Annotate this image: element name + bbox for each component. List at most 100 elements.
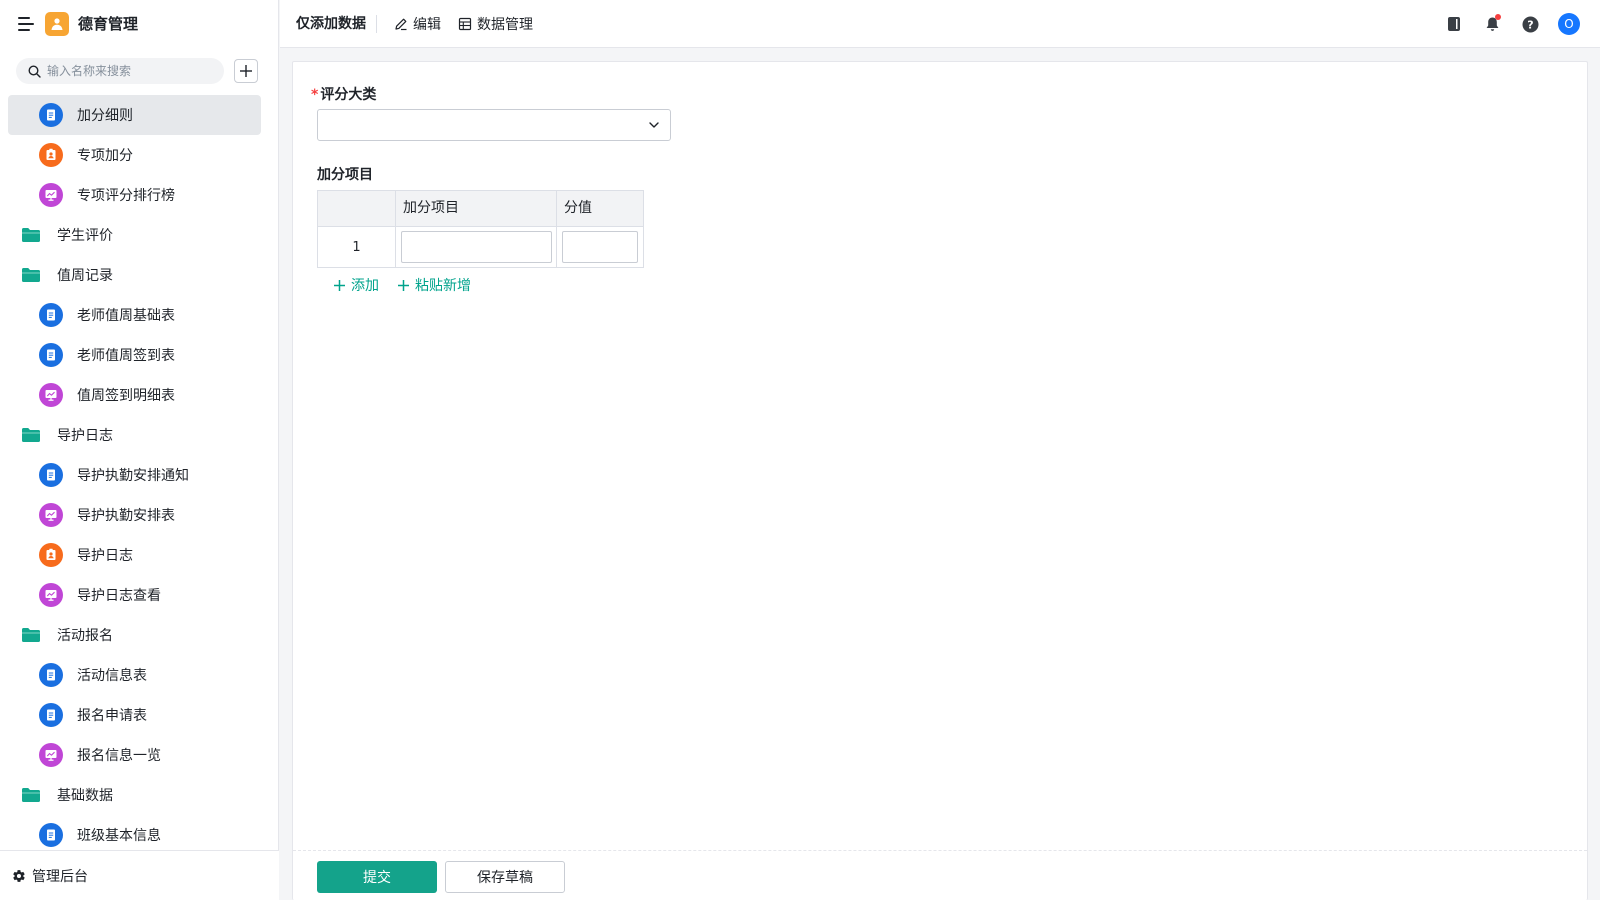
sheet-icon xyxy=(39,543,63,567)
data-manage-label: 数据管理 xyxy=(477,16,533,33)
folder-open-icon xyxy=(21,267,41,283)
search-input[interactable] xyxy=(47,64,197,78)
pencil-icon xyxy=(395,18,407,30)
admin-console-link[interactable]: 管理后台 xyxy=(0,850,279,900)
form-icon xyxy=(39,663,63,687)
sidebar: 德育管理 加分细则专项加分专项评分排行榜学生评价值周记录老师值周基础表老师值周签… xyxy=(0,0,279,900)
sidebar-item-label: 基础数据 xyxy=(57,788,113,804)
items-subform-table: 加分项目 分值 1 xyxy=(317,190,644,268)
sidebar-item-label: 导护执勤安排表 xyxy=(77,508,175,524)
sidebar-item[interactable]: 活动信息表 xyxy=(8,655,261,695)
help-icon[interactable]: ? xyxy=(1520,14,1540,34)
admin-console-label: 管理后台 xyxy=(32,868,88,885)
add-row-label: 添加 xyxy=(351,278,379,294)
category-field-label: * 评分大类 xyxy=(311,87,377,103)
table-row: 1 xyxy=(318,227,643,267)
plus-icon xyxy=(398,279,409,291)
report-icon xyxy=(39,583,63,607)
table-header-score: 分值 xyxy=(564,200,592,216)
sidebar-item-label: 导护日志 xyxy=(57,428,113,444)
paste-add-button[interactable]: 粘贴新增 xyxy=(397,275,471,295)
table-header-index xyxy=(318,191,396,226)
sidebar-item[interactable]: 班级基本信息 xyxy=(8,815,261,855)
report-icon xyxy=(39,383,63,407)
topbar-actions: ? O xyxy=(1426,0,1580,48)
category-select[interactable] xyxy=(317,109,671,141)
score-cell xyxy=(557,227,643,267)
form-icon xyxy=(39,463,63,487)
sheet-icon xyxy=(39,143,63,167)
sidebar-header: 德育管理 xyxy=(0,0,278,47)
sidebar-item[interactable]: 报名信息一览 xyxy=(8,735,261,775)
gear-icon xyxy=(13,869,25,882)
sidebar-item-label: 班级基本信息 xyxy=(77,828,161,844)
chevron-down-icon xyxy=(649,122,659,128)
sidebar-folder[interactable]: 导护日志 xyxy=(8,415,261,455)
sidebar-item[interactable]: 老师值周基础表 xyxy=(8,295,261,335)
required-mark: * xyxy=(311,87,319,103)
form-icon xyxy=(39,703,63,727)
sidebar-folder[interactable]: 值周记录 xyxy=(8,255,261,295)
sidebar-item[interactable]: 导护执勤安排表 xyxy=(8,495,261,535)
submit-button[interactable]: 提交 xyxy=(317,861,437,893)
report-icon xyxy=(39,743,63,767)
edit-label: 编辑 xyxy=(413,16,441,33)
page-mode-title: 仅添加数据 xyxy=(296,14,377,33)
svg-text:?: ? xyxy=(1527,18,1533,31)
sidebar-item[interactable]: 老师值周签到表 xyxy=(8,335,261,375)
add-item-button[interactable] xyxy=(234,59,258,83)
sidebar-item[interactable]: 报名申请表 xyxy=(8,695,261,735)
sidebar-item[interactable]: 导护执勤安排通知 xyxy=(8,455,261,495)
item-cell xyxy=(396,227,557,267)
sidebar-item-label: 专项加分 xyxy=(77,148,133,164)
folder-icon xyxy=(21,227,41,243)
sidebar-item[interactable]: 导护日志查看 xyxy=(8,575,261,615)
app-title: 德育管理 xyxy=(78,15,139,33)
sidebar-folder[interactable]: 活动报名 xyxy=(8,615,261,655)
sidebar-item-label: 报名信息一览 xyxy=(77,748,161,764)
sidebar-folder[interactable]: 基础数据 xyxy=(8,775,261,815)
menu-collapse-icon[interactable] xyxy=(18,16,34,31)
form-icon xyxy=(39,303,63,327)
sidebar-item-label: 值周签到明细表 xyxy=(77,388,175,404)
add-row-button[interactable]: 添加 xyxy=(333,275,379,295)
search-icon xyxy=(28,64,41,78)
sidebar-folder[interactable]: 学生评价 xyxy=(8,215,261,255)
sidebar-item-label: 值周记录 xyxy=(57,268,113,284)
sidebar-item-label: 老师值周签到表 xyxy=(77,348,175,364)
report-icon xyxy=(39,183,63,207)
sidebar-item-label: 加分细则 xyxy=(77,108,133,124)
bell-icon[interactable] xyxy=(1482,14,1502,34)
table-header-row: 加分项目 分值 xyxy=(318,191,643,227)
form-icon xyxy=(39,343,63,367)
folder-open-icon xyxy=(21,627,41,643)
sidebar-item-label: 报名申请表 xyxy=(77,708,147,724)
form-card: * 评分大类 加分项目 加分项目 分值 1 添加 粘贴新增 提交 保存草稿 xyxy=(292,61,1588,900)
plus-icon xyxy=(240,65,252,77)
report-icon xyxy=(39,503,63,527)
subform-actions: 添加 粘贴新增 xyxy=(333,275,489,295)
save-draft-button[interactable]: 保存草稿 xyxy=(445,861,565,893)
notification-dot xyxy=(1495,14,1501,20)
table-icon xyxy=(458,17,472,30)
sidebar-item[interactable]: 专项加分 xyxy=(8,135,261,175)
sidebar-item-label: 专项评分排行榜 xyxy=(77,188,175,204)
sidebar-item-label: 活动信息表 xyxy=(77,668,147,684)
item-input[interactable] xyxy=(401,231,552,263)
avatar[interactable]: O xyxy=(1558,13,1580,35)
score-input[interactable] xyxy=(562,231,638,263)
sidebar-item[interactable]: 导护日志 xyxy=(8,535,261,575)
data-manage-button[interactable]: 数据管理 xyxy=(458,14,533,34)
topbar: 仅添加数据 编辑 数据管理 ? O xyxy=(280,0,1600,48)
sidebar-item[interactable]: 专项评分排行榜 xyxy=(8,175,261,215)
sidebar-item-label: 活动报名 xyxy=(57,628,113,644)
search-box[interactable] xyxy=(16,58,224,84)
edit-button[interactable]: 编辑 xyxy=(394,14,441,34)
user-icon xyxy=(51,17,63,30)
sidebar-item-label: 导护执勤安排通知 xyxy=(77,468,189,484)
form-icon xyxy=(39,103,63,127)
paste-add-label: 粘贴新增 xyxy=(415,278,471,294)
sidebar-item[interactable]: 加分细则 xyxy=(8,95,261,135)
sidebar-item[interactable]: 值周签到明细表 xyxy=(8,375,261,415)
notebook-icon[interactable] xyxy=(1444,14,1464,34)
